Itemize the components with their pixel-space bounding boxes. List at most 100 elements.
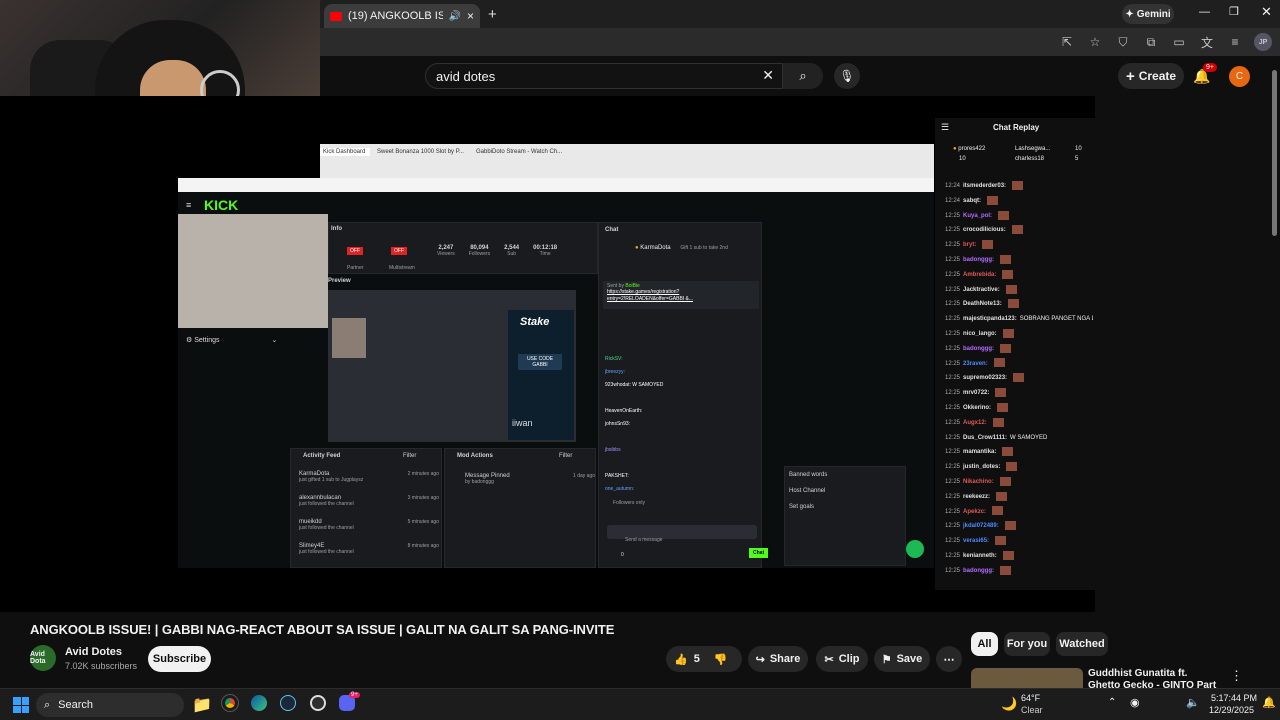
profile-avatar[interactable]: JP [1254,33,1272,51]
chat-username[interactable]: itsmederder03: [963,183,1006,189]
weather-temp[interactable]: 64°F [1021,693,1040,703]
bookmark-star-icon[interactable]: ☆ [1086,33,1104,51]
browser-tab-active[interactable]: (19) ANGKOOLB ISSUE! | GA 🔊 × [324,4,480,28]
tab-close-icon[interactable]: × [467,9,474,23]
notifications-button[interactable]: 🔔 9+ [1193,63,1217,85]
clear-search-icon[interactable]: ✕ [762,67,774,84]
chat-username[interactable]: mrv0722: [963,390,989,396]
minimize-icon[interactable]: — [1199,6,1210,18]
channel-avatar[interactable]: Avid Dota [30,645,56,671]
more-actions-button[interactable]: ⋯ [936,646,962,672]
chat-time: 12:25 [945,360,961,367]
chat-replay-line: 12:25 mamantika: [945,445,1093,460]
like-button[interactable]: 👍 5 [674,653,700,666]
chrome-icon[interactable] [221,694,239,712]
close-window-icon[interactable]: ✕ [1261,4,1272,20]
obs-icon[interactable] [310,695,326,711]
steam-icon[interactable] [280,695,296,711]
chip-for-you[interactable]: For you [1004,632,1050,656]
chat-time: 12:25 [945,567,961,574]
reading-list-icon[interactable]: ≡ [1226,33,1244,51]
chat-username[interactable]: DeathNote13: [963,301,1002,307]
clock-time[interactable]: 5:17:44 PM [1211,693,1257,703]
restore-icon[interactable]: ❐ [1229,5,1239,18]
recommended-thumbnail[interactable] [971,668,1083,688]
tab-audio-icon[interactable]: 🔊 [449,11,461,22]
chat-username[interactable]: nico_lango: [963,331,997,337]
subscribe-button[interactable]: Subscribe [148,646,211,672]
thumbs-up-icon: 👍 [674,653,688,666]
split-view-icon[interactable]: ▭ [1170,33,1188,51]
chat-time: 12:25 [945,286,961,293]
weather-icon[interactable]: 🌙 [1001,696,1017,712]
chat-username[interactable]: Kuya_pol: [963,213,992,219]
edge-icon[interactable] [251,695,267,711]
translate-icon[interactable]: 文 [1198,33,1216,51]
chat-replay-line: 12:25 nico_lango: [945,327,1093,342]
chip-all[interactable]: All [971,632,998,656]
kick-green-button [906,540,924,558]
chat-time: 12:25 [945,375,961,382]
extensions-icon[interactable]: ⧉ [1142,33,1160,51]
chat-username[interactable]: majesticpanda123: [963,316,1017,322]
chat-username[interactable]: crocodilicious: [963,227,1006,233]
chat-username[interactable]: sabqt: [963,198,981,204]
search-input[interactable]: avid dotes ✕ [425,63,783,89]
chat-username[interactable]: badonggg: [963,568,994,574]
chat-username[interactable]: Okkerino: [963,405,991,411]
chat-emote-icon [987,195,999,205]
chat-time: 12:25 [945,271,961,278]
chat-username[interactable]: justin_dotes: [963,464,1000,470]
chat-time: 12:25 [945,227,961,234]
chat-time: 12:25 [945,523,961,530]
clock-date[interactable]: 12/29/2025 [1209,705,1254,715]
recommended-more-icon[interactable]: ⋮ [1230,668,1243,684]
page-scrollbar[interactable] [1272,70,1277,236]
tray-chevron-icon[interactable]: ⌃ [1108,697,1116,708]
account-avatar[interactable]: C [1229,66,1250,87]
recommended-title[interactable]: Guddhist Gunatita ft. Ghetto Gecko - GIN… [1088,668,1222,688]
chat-menu-icon[interactable]: ☰ [941,122,949,133]
tray-wifi-icon[interactable]: ◉ [1130,696,1140,709]
chat-username[interactable]: bryt: [963,242,976,248]
chat-username[interactable]: badonggg: [963,346,994,352]
share-button[interactable]: ↪ Share [748,646,808,672]
chat-username[interactable]: supremo02323: [963,375,1007,381]
chat-username[interactable]: kenianneth: [963,553,997,559]
channel-name[interactable]: Avid Dotes [65,646,122,658]
chat-username[interactable]: Augx12: [963,420,987,426]
chat-username[interactable]: reekeezz: [963,494,990,500]
search-button[interactable]: ⌕ [783,63,823,89]
scissors-icon: ✂ [824,653,834,666]
chat-username[interactable]: jkdal072489: [963,523,999,529]
taskbar-search[interactable]: ⌕ Search [36,693,184,717]
voice-search-button[interactable]: 🎙 [834,63,860,89]
chat-username[interactable]: mamantika: [963,449,996,455]
start-icon[interactable] [13,697,29,713]
chat-emote-icon [1002,269,1014,279]
gemini-button[interactable]: ✦ Gemini [1122,4,1174,24]
chat-message: W SAMOYED [1010,434,1048,441]
chat-username[interactable]: 23raven: [963,361,988,367]
file-explorer-icon[interactable]: 📁 [192,695,212,715]
chat-username[interactable]: badonggg: [963,257,994,263]
chip-watched[interactable]: Watched [1056,632,1108,656]
chat-username[interactable]: Apekzc: [963,509,986,515]
new-tab-button[interactable]: + [488,6,497,23]
save-button[interactable]: ⚑ Save [874,646,930,672]
chat-username[interactable]: Jacktractive: [963,287,1000,293]
clip-button[interactable]: ✂ Clip [816,646,868,672]
chat-username[interactable]: verasi65: [963,538,989,544]
chat-username[interactable]: Dus_Crow1111: [963,435,1007,441]
dislike-button[interactable]: 👎 [714,653,728,666]
notification-bell-icon[interactable]: 🔔 [1262,696,1276,709]
chat-username[interactable]: Ambrebida: [963,272,996,278]
shield-icon[interactable]: ⛉ [1114,33,1132,51]
chat-time: 12:25 [945,508,961,515]
install-app-icon[interactable]: ⇱ [1058,33,1076,51]
chat-emote-icon [1004,521,1016,531]
create-button[interactable]: + Create [1118,63,1184,89]
chat-time: 12:25 [945,256,961,263]
chat-username[interactable]: Nikachino: [963,479,994,485]
tray-volume-icon[interactable]: 🔈 [1186,696,1200,709]
